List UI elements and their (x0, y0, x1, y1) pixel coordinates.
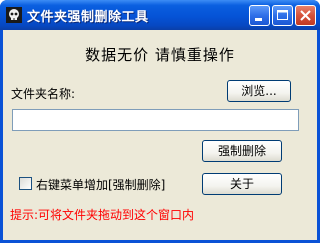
about-button[interactable]: 关于 (202, 173, 282, 195)
maximize-icon (277, 10, 288, 20)
app-window: 文件夹强制删除工具 数据无价 请慎重操作 文件夹名称: 浏览... 强制删除 右 (0, 0, 320, 243)
minimize-icon (255, 18, 262, 21)
folder-path-input[interactable] (12, 109, 299, 131)
skull-icon (6, 7, 22, 23)
drag-hint-text: 提示:可将文件夹拖动到这个窗口内 (10, 208, 195, 222)
context-menu-checkbox[interactable] (19, 177, 32, 190)
browse-button[interactable]: 浏览... (227, 80, 291, 102)
context-menu-checkbox-label[interactable]: 右键菜单增加[强制删除] (36, 176, 165, 193)
minimize-button[interactable] (249, 5, 270, 26)
maximize-button[interactable] (272, 5, 293, 26)
folder-name-label: 文件夹名称: (11, 87, 76, 101)
window-title: 文件夹强制删除工具 (27, 10, 149, 25)
window-client-area: 数据无价 请慎重操作 文件夹名称: 浏览... 强制删除 右键菜单增加[强制删除… (3, 30, 317, 240)
title-bar[interactable]: 文件夹强制删除工具 (0, 0, 320, 30)
force-delete-button[interactable]: 强制删除 (202, 140, 282, 162)
close-button[interactable] (295, 5, 316, 26)
close-icon (300, 10, 311, 21)
warning-slogan: 数据无价 请慎重操作 (85, 46, 235, 64)
